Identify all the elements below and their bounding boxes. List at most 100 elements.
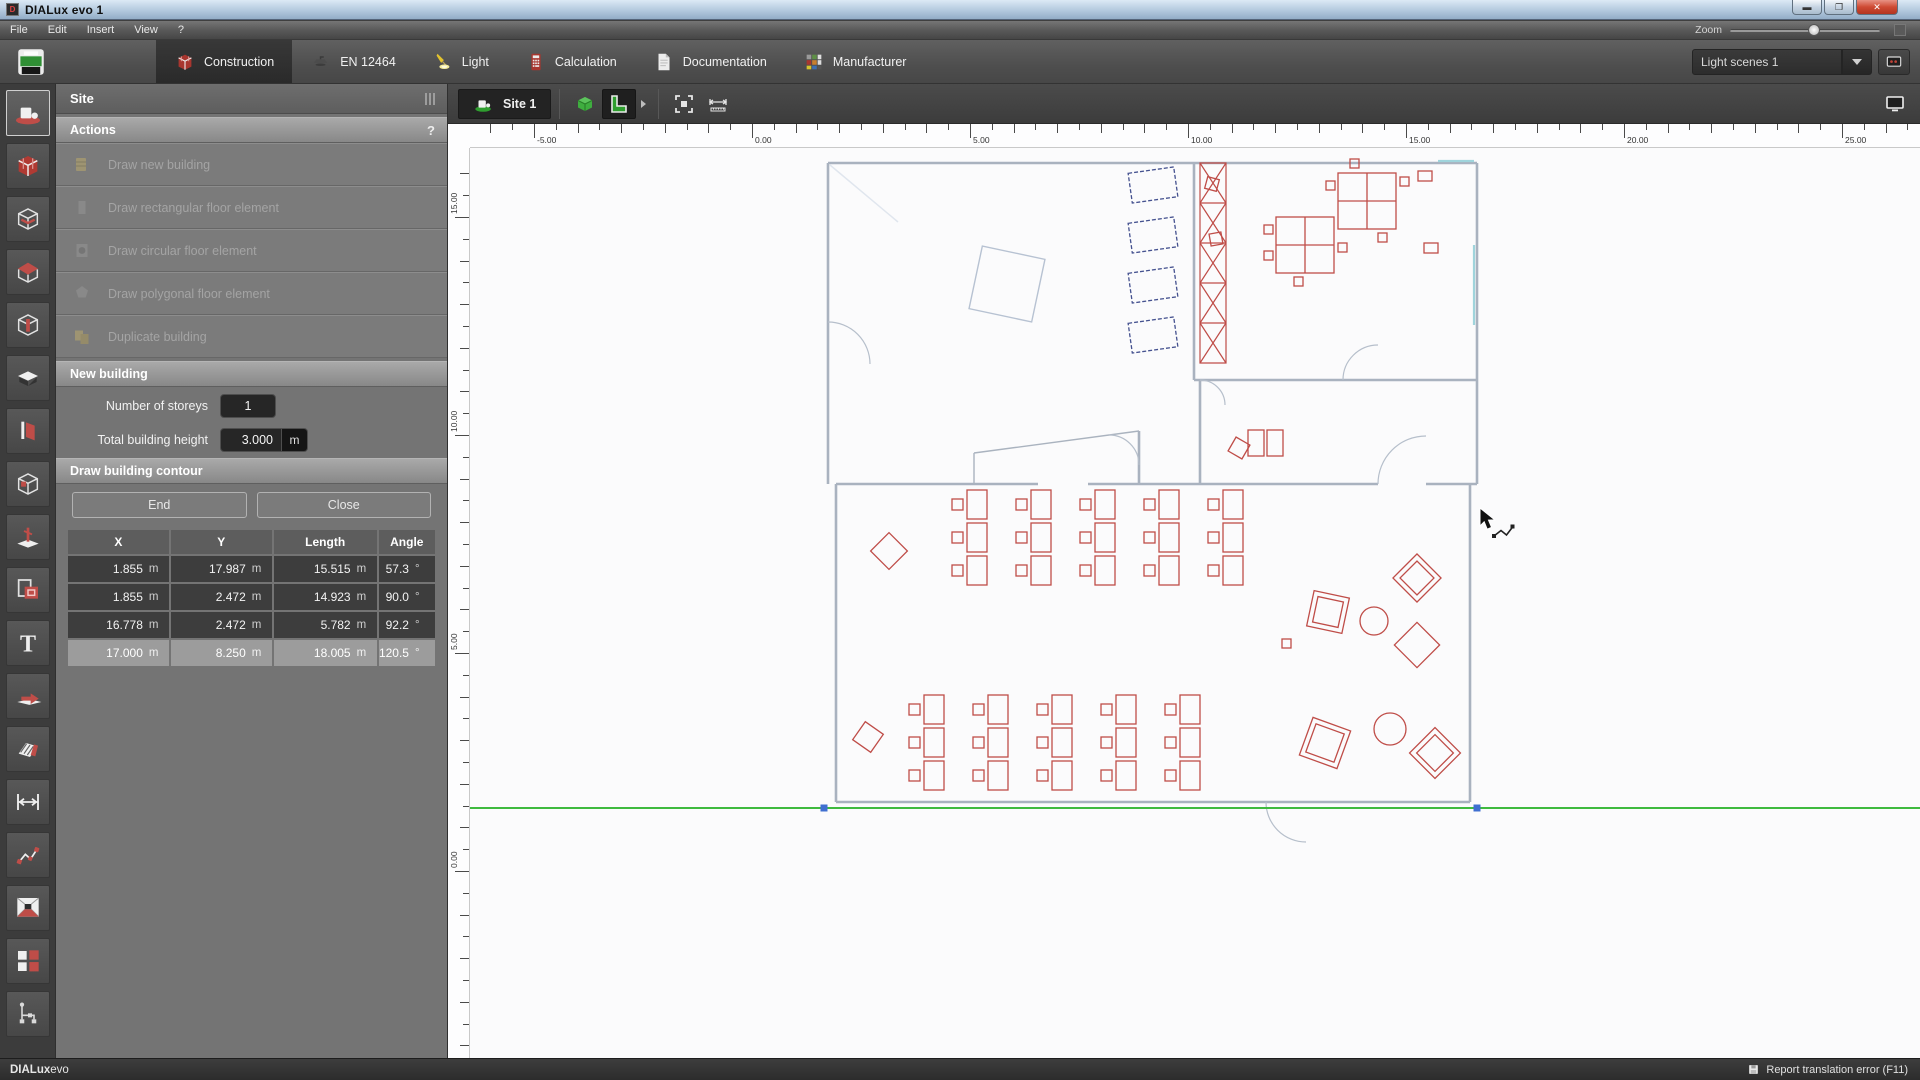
contour-handle[interactable]	[820, 804, 828, 812]
tool-material[interactable]	[5, 726, 50, 772]
menu-view[interactable]: View	[124, 21, 168, 39]
building-icon	[17, 156, 38, 176]
menu-insert[interactable]: Insert	[77, 21, 125, 39]
view-3d-button[interactable]	[568, 89, 602, 119]
zoom-fit-button[interactable]	[667, 89, 701, 119]
tool-hierarchy[interactable]	[5, 991, 50, 1037]
column-header-x[interactable]: X	[68, 530, 169, 554]
minimize-button[interactable]: ▬	[1792, 0, 1822, 15]
tool-layout[interactable]	[5, 938, 50, 984]
tool-arrange[interactable]	[5, 673, 50, 719]
lounge-furniture	[1298, 553, 1462, 780]
ruler-tick	[1318, 124, 1320, 133]
cutout-icon	[17, 579, 38, 599]
ruler-tick	[1842, 124, 1843, 138]
ruler-tick	[463, 674, 469, 676]
tool-door[interactable]	[5, 408, 50, 454]
tool-cutout[interactable]	[5, 567, 50, 613]
zoom-slider-thumb[interactable]	[1808, 23, 1820, 36]
ruler-tick	[490, 124, 492, 133]
measure-button[interactable]	[701, 89, 735, 119]
tab-en-12464[interactable]: EN 12464	[292, 40, 414, 83]
action-draw-new-building: Draw new building	[56, 143, 447, 186]
separator	[559, 88, 561, 119]
tool-storey[interactable]	[5, 196, 50, 242]
tool-dimension[interactable]	[5, 779, 50, 825]
tab-manufacturer[interactable]: Manufacturer	[785, 40, 925, 83]
menu-file[interactable]: File	[0, 21, 38, 39]
close-button[interactable]: ✕	[1856, 0, 1898, 15]
end-button[interactable]: End	[72, 492, 247, 518]
display-options-button[interactable]	[1878, 89, 1912, 119]
room-view-icon	[16, 897, 39, 918]
floor-plan-drawing[interactable]	[448, 84, 1920, 1058]
ruler-tick	[904, 124, 906, 130]
report-translation-link[interactable]: Report translation error (F11)	[1747, 1063, 1908, 1076]
tool-text[interactable]: T	[5, 620, 50, 666]
tab-label: Calculation	[554, 54, 617, 69]
tab-construction[interactable]: Construction	[156, 40, 293, 83]
ruler-tick	[1863, 124, 1865, 130]
tool-roof[interactable]	[5, 249, 50, 295]
light-scenes-dropdown[interactable]: Light scenes 1	[1692, 49, 1842, 75]
ruler-tick	[708, 124, 710, 133]
help-icon[interactable]: ?	[427, 123, 435, 138]
ruler-tick	[460, 827, 469, 829]
table-row[interactable]: 16.778 m 2.472 m 5.782 m 92.2 °	[68, 612, 435, 638]
ruler-tick	[1624, 124, 1625, 138]
site-icon	[15, 107, 40, 125]
poly-floor-icon	[70, 282, 94, 306]
contour-handle[interactable]	[1473, 804, 1481, 812]
field-value-input[interactable]: 1	[220, 394, 276, 418]
tool-window[interactable]	[5, 461, 50, 507]
ruler-tick	[455, 435, 469, 436]
tool-column[interactable]	[5, 302, 50, 348]
fit-view-icon	[675, 94, 694, 113]
tab-label: Construction	[204, 54, 275, 69]
tool-measure-line[interactable]	[5, 832, 50, 878]
close-button[interactable]: Close	[256, 492, 431, 518]
tab-documentation[interactable]: Documentation	[635, 40, 785, 83]
ruler-tick	[463, 980, 469, 981]
zoom-slider[interactable]	[1730, 23, 1880, 36]
tab-light[interactable]: Light	[414, 40, 507, 83]
ruler-tick	[463, 500, 469, 502]
ruler-label: 10.00	[449, 410, 459, 432]
panel-grip[interactable]	[425, 93, 435, 105]
cell-value: 90.0	[385, 590, 409, 604]
tool-ceiling[interactable]	[5, 355, 50, 401]
ruler-tick	[1515, 124, 1516, 130]
tab-calculation[interactable]: Calculation	[507, 40, 635, 83]
view-flyout-arrow[interactable]	[636, 89, 650, 119]
view-plan-button[interactable]	[602, 88, 637, 119]
light-scenes-button[interactable]	[1878, 49, 1910, 75]
view-tab-site1[interactable]: Site 1	[458, 88, 552, 119]
menu-help[interactable]: ?	[168, 21, 194, 39]
field-value-input[interactable]: 3.000	[220, 428, 282, 452]
tool-building[interactable]	[5, 143, 50, 189]
ruler-tick	[577, 124, 579, 133]
menu-edit[interactable]: Edit	[38, 21, 77, 39]
light-scenes-dropdown-arrow[interactable]	[1842, 49, 1872, 75]
office-desks	[1203, 158, 1439, 287]
door-icon	[20, 421, 35, 441]
cell-unit: m	[148, 619, 159, 631]
column-header-angle[interactable]: Angle	[378, 530, 435, 554]
table-row[interactable]: 1.855 m 2.472 m 14.923 m 90.0 °	[68, 584, 435, 610]
menubar-end-button[interactable]	[1894, 24, 1906, 36]
restore-button[interactable]: ❐	[1824, 0, 1854, 15]
ruler-tick	[643, 124, 644, 130]
tool-room-view[interactable]	[5, 885, 50, 931]
contour-title-text: Draw building contour	[70, 464, 203, 478]
ruler-tick	[460, 609, 469, 611]
tool-site[interactable]	[5, 90, 50, 136]
tool-marker[interactable]	[5, 514, 50, 560]
table-row[interactable]: 1.855 m 17.987 m 15.515 m 57.3 °	[68, 556, 435, 582]
cell-length: 15.515 m	[273, 556, 377, 582]
column-header-length[interactable]: Length	[273, 530, 377, 554]
column-header-y[interactable]: Y	[170, 530, 272, 554]
ruler-tick	[463, 892, 469, 894]
cad-canvas[interactable]: Site 1 -5.00 0.00 5.00 10.00 15.00 20.00 25.00…	[448, 84, 1920, 1058]
table-row[interactable]: 17.000 m 8.250 m 18.005 m 120.5 °	[68, 640, 435, 666]
save-button[interactable]	[14, 45, 48, 79]
